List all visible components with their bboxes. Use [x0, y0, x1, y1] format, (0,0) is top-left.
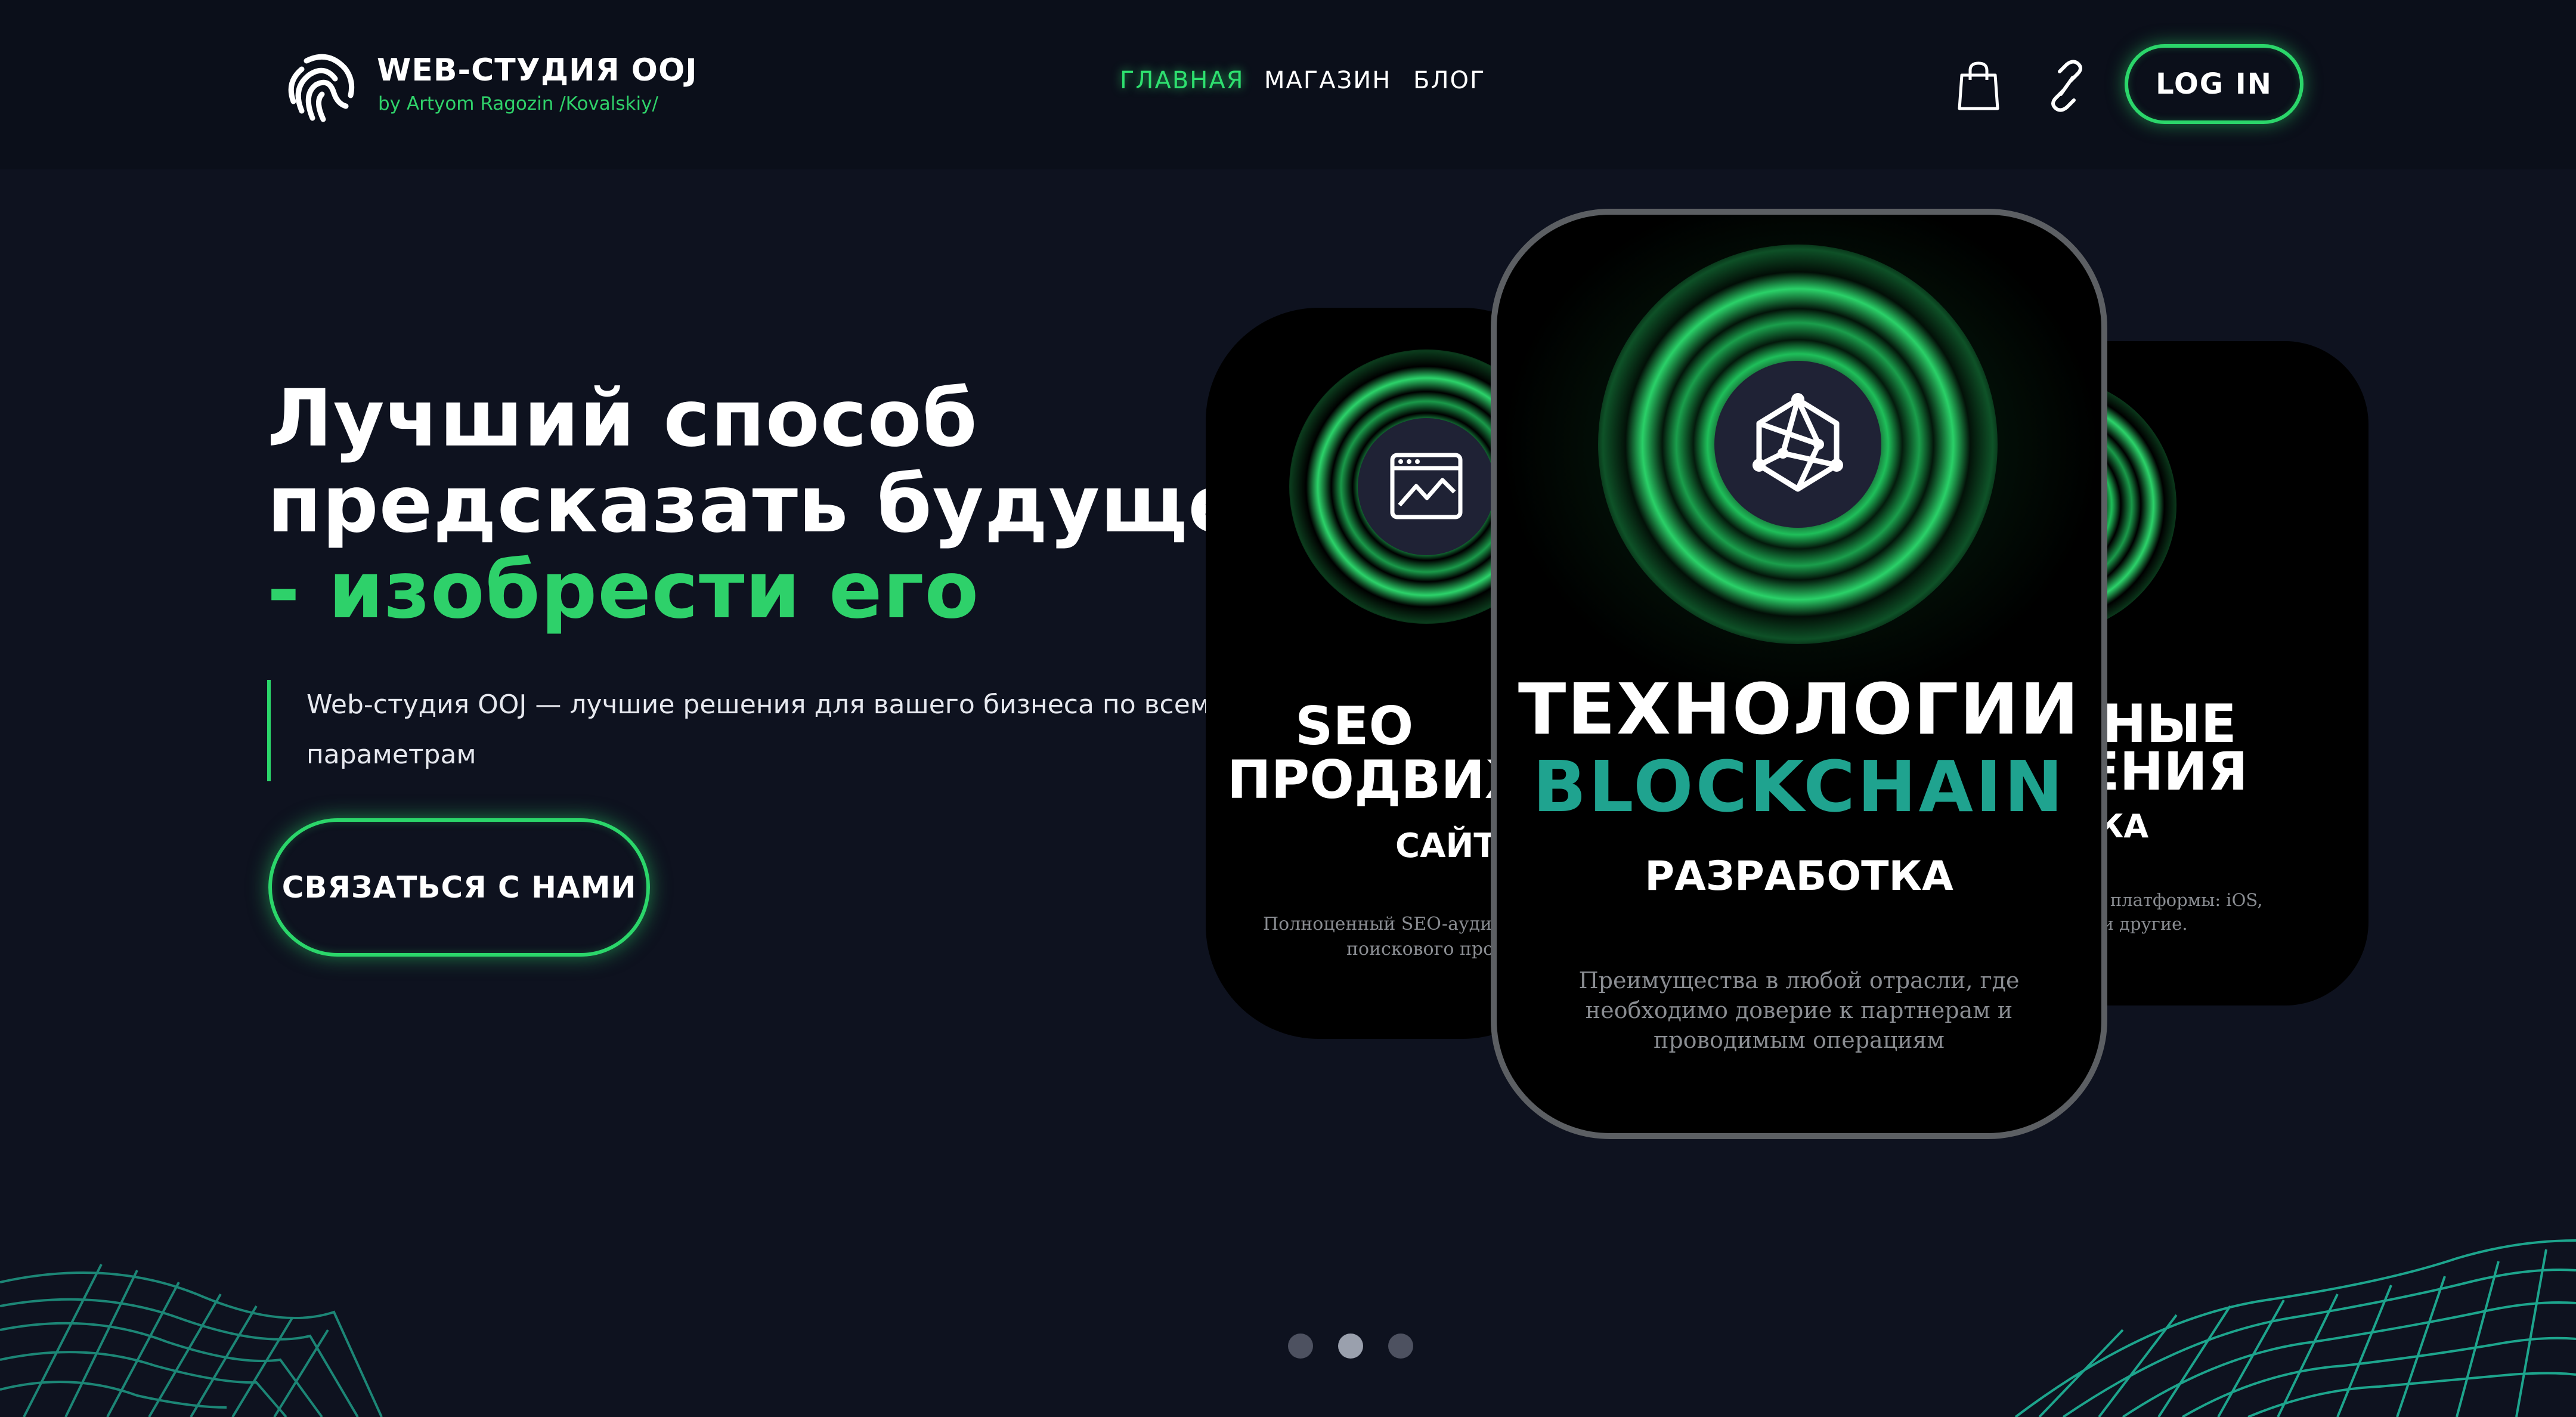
nav-item-shop[interactable]: МАГАЗИН — [1264, 67, 1391, 94]
card-text-line-3: проводимым операциям — [1654, 1027, 1945, 1053]
service-card-blockchain[interactable]: ТЕХНОЛОГИИ BLOCKCHAIN РАЗРАБОТКА Преимущ… — [1491, 209, 2107, 1139]
nav-item-blog[interactable]: БЛОГ — [1413, 67, 1485, 94]
hero-title-line-1: Лучший способ — [267, 373, 978, 465]
hero-title: Лучший способ предсказать будущее - изоб… — [267, 376, 1296, 633]
nav-item-home[interactable]: ГЛАВНАЯ — [1120, 67, 1244, 94]
card-icon-wrap — [1714, 361, 1881, 528]
slider-dot-1[interactable] — [1288, 1334, 1313, 1359]
link-icon — [2051, 60, 2082, 112]
card-text-line-1: Преимущества в любой отрасли, где — [1578, 967, 2020, 994]
contact-us-button[interactable]: СВЯЗАТЬСЯ С НАМИ — [268, 818, 650, 957]
share-link-button[interactable] — [2043, 60, 2091, 112]
site-header: WEB-СТУДИЯ OOJ by Artyom Ragozin /Kovals… — [0, 0, 2576, 169]
hero-title-line-3: - изобрести его — [267, 544, 980, 636]
browser-chart-icon — [1390, 453, 1463, 519]
slider-dot-3[interactable] — [1388, 1334, 1413, 1359]
card-title-line-2: BLOCKCHAIN — [1532, 745, 2066, 828]
shopping-bag-icon — [1958, 61, 1999, 110]
hero-title-line-2: предсказать будущее — [267, 459, 1296, 550]
slider-dot-2[interactable] — [1338, 1334, 1363, 1359]
blockchain-cube-icon — [1753, 393, 1843, 492]
slider-pagination — [1288, 1334, 1419, 1360]
card-subtitle: РАЗРАБОТКА — [1645, 853, 1953, 900]
cart-button[interactable] — [1955, 60, 2002, 112]
card-title-line-1: ТЕХНОЛОГИИ — [1518, 668, 2080, 750]
card-text-line-2: необходимо доверие к партнерам и — [1585, 997, 2013, 1023]
login-button[interactable]: LOG IN — [2125, 44, 2303, 124]
hero-description: Web-студия OOJ — лучшие решения для ваше… — [267, 680, 1221, 781]
card-icon-wrap — [1358, 418, 1495, 555]
